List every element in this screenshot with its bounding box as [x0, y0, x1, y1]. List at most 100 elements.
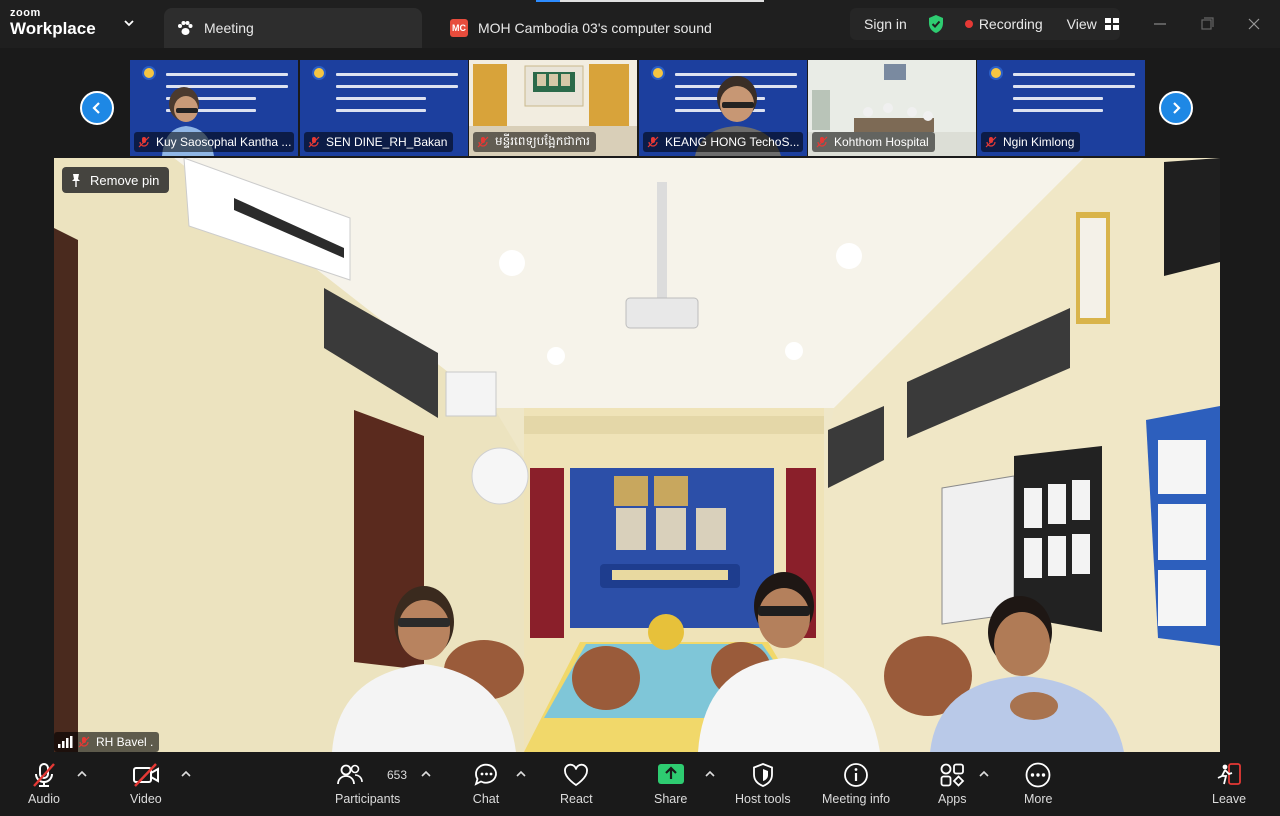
remove-pin-button[interactable]: Remove pin — [62, 167, 170, 193]
participants-label: Participants — [335, 792, 401, 806]
pin-icon — [72, 174, 80, 187]
participant-tile[interactable]: មន្ទីរពេទ្យបង្អែកជាការ — [469, 60, 637, 156]
audio-label: Audio — [28, 792, 60, 806]
grid-view-icon[interactable] — [1104, 18, 1119, 30]
leave-icon — [1217, 763, 1241, 785]
shield-icon — [752, 763, 773, 787]
participant-name: មន្ទីរពេទ្យបង្អែកជាការ — [495, 134, 590, 148]
share-screen-icon — [657, 764, 684, 784]
muted-mic-icon — [477, 136, 489, 148]
host-tools-label: Host tools — [735, 792, 791, 806]
tab-sound-label: MOH Cambodia 03's computer sound — [478, 20, 712, 36]
muted-mic-icon — [78, 736, 90, 748]
close-icon[interactable] — [1244, 14, 1264, 34]
caret-up-icon[interactable] — [515, 768, 527, 780]
participant-tile[interactable]: Kohthom Hospital — [808, 60, 976, 156]
video-button[interactable]: Video — [130, 762, 162, 806]
more-label: More — [1024, 792, 1053, 806]
chat-icon — [474, 763, 497, 786]
info-icon — [844, 763, 868, 787]
participant-name-chip: មន្ទីរពេទ្យបង្អែកជាការ — [473, 132, 596, 152]
chevron-left-icon — [92, 102, 100, 114]
next-page-button[interactable] — [1159, 91, 1193, 125]
muted-mic-icon — [308, 136, 320, 148]
share-progress-mark — [536, 0, 560, 2]
leave-button[interactable]: Leave — [1212, 762, 1246, 806]
top-right-toolbar: Sign in Recording View — [850, 8, 1120, 40]
paw-icon — [178, 21, 193, 35]
brand-bottom: Workplace — [10, 19, 96, 38]
muted-mic-icon — [816, 136, 828, 148]
participant-name: Kuy Saosophal Kantha ... — [156, 135, 292, 149]
muted-mic-icon — [985, 136, 997, 148]
title-bar: zoom Workplace Meeting MC MOH Cambodia 0… — [0, 0, 1280, 48]
caret-up-icon[interactable] — [76, 768, 88, 780]
muted-mic-icon — [33, 763, 55, 787]
recording-dot-icon — [964, 20, 973, 28]
caret-up-icon[interactable] — [180, 768, 192, 780]
tab-meeting-label: Meeting — [204, 20, 254, 36]
remove-pin-label: Remove pin — [90, 172, 160, 188]
minimize-icon[interactable] — [1150, 14, 1170, 34]
recording-status[interactable]: Recording — [979, 16, 1043, 32]
caret-up-icon[interactable] — [420, 768, 432, 780]
app-brand: zoom Workplace — [10, 7, 96, 38]
video-label: Video — [130, 792, 162, 806]
pinned-video[interactable] — [54, 158, 1220, 752]
caret-up-icon[interactable] — [704, 768, 716, 780]
participant-tile[interactable]: Kuy Saosophal Kantha ... — [130, 60, 298, 156]
meeting-info-button[interactable]: Meeting info — [822, 762, 890, 806]
participant-tile[interactable]: KEANG HONG TechoS... — [639, 60, 807, 156]
previous-page-button[interactable] — [80, 91, 114, 125]
tab-avatar-badge: MC — [450, 19, 468, 37]
participant-name: Ngin Kimlong — [1003, 135, 1075, 149]
shield-check-icon[interactable] — [927, 14, 945, 34]
tab-meeting[interactable]: Meeting — [164, 8, 422, 48]
more-icon — [1025, 762, 1051, 788]
react-label: React — [560, 792, 593, 806]
view-button[interactable]: View — [1067, 16, 1097, 32]
participant-name-chip: Kohthom Hospital — [812, 132, 935, 152]
participant-name: Kohthom Hospital — [834, 135, 929, 149]
caret-up-icon[interactable] — [978, 768, 990, 780]
signal-strength-icon — [58, 736, 73, 748]
share-button[interactable]: Share — [654, 762, 687, 806]
more-button[interactable]: More — [1024, 762, 1052, 806]
participant-name-chip: SEN DINE_RH_Bakan — [304, 132, 454, 152]
maximize-icon[interactable] — [1197, 14, 1217, 34]
apps-icon — [940, 763, 965, 787]
apps-button[interactable]: Apps — [938, 762, 967, 806]
active-speaker-chip: RH Bavel . — [54, 732, 160, 752]
apps-label: Apps — [938, 792, 967, 806]
chevron-right-icon — [1173, 102, 1181, 114]
banner-slide — [995, 64, 1143, 120]
meeting-info-label: Meeting info — [822, 792, 891, 806]
muted-mic-icon — [647, 136, 659, 148]
chat-button[interactable]: Chat — [472, 762, 500, 806]
meeting-control-bar: Audio Video Participants 653 Chat React … — [0, 752, 1280, 816]
chevron-down-icon[interactable] — [122, 16, 136, 30]
sign-in-link[interactable]: Sign in — [864, 16, 907, 32]
participants-icon — [336, 764, 363, 785]
participant-tile[interactable]: Ngin Kimlong — [977, 60, 1145, 156]
video-off-icon — [132, 763, 159, 787]
participant-name-chip: Ngin Kimlong — [981, 132, 1081, 152]
meeting-room-scene — [54, 158, 1220, 752]
share-progress-line — [536, 0, 764, 2]
active-speaker-name: RH Bavel . — [96, 735, 154, 749]
participant-count: 653 — [387, 768, 408, 782]
muted-mic-icon — [138, 136, 150, 148]
heart-icon — [564, 763, 589, 787]
chat-label: Chat — [472, 792, 500, 806]
brand-top: zoom — [10, 7, 41, 19]
leave-label: Leave — [1212, 792, 1247, 806]
participant-tile[interactable]: SEN DINE_RH_Bakan — [300, 60, 468, 156]
participant-name: KEANG HONG TechoS... — [665, 135, 800, 149]
participant-name-chip: Kuy Saosophal Kantha ... — [134, 132, 294, 152]
participant-name: SEN DINE_RH_Bakan — [326, 135, 448, 149]
host-tools-button[interactable]: Host tools — [735, 762, 791, 806]
audio-button[interactable]: Audio — [28, 762, 60, 806]
tab-computer-sound[interactable]: MC MOH Cambodia 03's computer sound — [450, 8, 712, 48]
participant-name-chip: KEANG HONG TechoS... — [643, 132, 803, 152]
react-button[interactable]: React — [560, 762, 593, 806]
